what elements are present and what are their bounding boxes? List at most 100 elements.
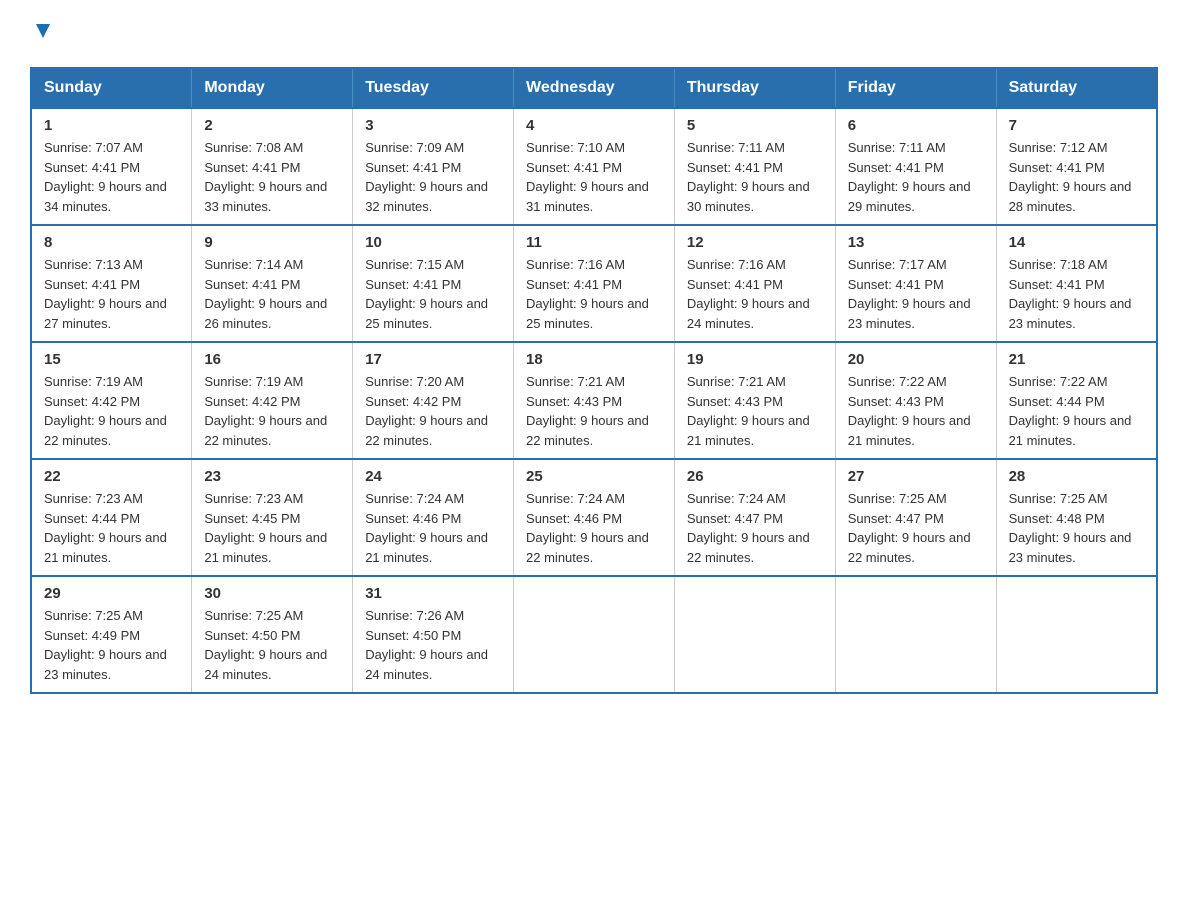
day-number: 18 bbox=[526, 351, 662, 368]
day-number: 3 bbox=[365, 117, 501, 134]
day-info: Sunrise: 7:22 AM Sunset: 4:44 PM Dayligh… bbox=[1009, 372, 1144, 450]
calendar-day-cell bbox=[674, 576, 835, 693]
day-info: Sunrise: 7:21 AM Sunset: 4:43 PM Dayligh… bbox=[687, 372, 823, 450]
calendar-day-cell: 23 Sunrise: 7:23 AM Sunset: 4:45 PM Dayl… bbox=[192, 459, 353, 576]
header-thursday: Thursday bbox=[674, 68, 835, 108]
day-info: Sunrise: 7:16 AM Sunset: 4:41 PM Dayligh… bbox=[687, 255, 823, 333]
day-info: Sunrise: 7:25 AM Sunset: 4:48 PM Dayligh… bbox=[1009, 489, 1144, 567]
day-number: 26 bbox=[687, 468, 823, 485]
calendar-day-cell: 31 Sunrise: 7:26 AM Sunset: 4:50 PM Dayl… bbox=[353, 576, 514, 693]
calendar-day-cell bbox=[996, 576, 1157, 693]
day-number: 23 bbox=[204, 468, 340, 485]
day-number: 22 bbox=[44, 468, 179, 485]
day-number: 25 bbox=[526, 468, 662, 485]
day-info: Sunrise: 7:26 AM Sunset: 4:50 PM Dayligh… bbox=[365, 606, 501, 684]
calendar-table: SundayMondayTuesdayWednesdayThursdayFrid… bbox=[30, 67, 1158, 694]
day-info: Sunrise: 7:14 AM Sunset: 4:41 PM Dayligh… bbox=[204, 255, 340, 333]
calendar-day-cell: 26 Sunrise: 7:24 AM Sunset: 4:47 PM Dayl… bbox=[674, 459, 835, 576]
day-number: 17 bbox=[365, 351, 501, 368]
day-info: Sunrise: 7:15 AM Sunset: 4:41 PM Dayligh… bbox=[365, 255, 501, 333]
day-number: 28 bbox=[1009, 468, 1144, 485]
calendar-day-cell: 19 Sunrise: 7:21 AM Sunset: 4:43 PM Dayl… bbox=[674, 342, 835, 459]
logo bbox=[30, 20, 54, 47]
day-number: 19 bbox=[687, 351, 823, 368]
calendar-day-cell: 2 Sunrise: 7:08 AM Sunset: 4:41 PM Dayli… bbox=[192, 108, 353, 225]
calendar-day-cell: 8 Sunrise: 7:13 AM Sunset: 4:41 PM Dayli… bbox=[31, 225, 192, 342]
day-info: Sunrise: 7:07 AM Sunset: 4:41 PM Dayligh… bbox=[44, 138, 179, 216]
calendar-week-row: 8 Sunrise: 7:13 AM Sunset: 4:41 PM Dayli… bbox=[31, 225, 1157, 342]
calendar-day-cell: 5 Sunrise: 7:11 AM Sunset: 4:41 PM Dayli… bbox=[674, 108, 835, 225]
calendar-week-row: 1 Sunrise: 7:07 AM Sunset: 4:41 PM Dayli… bbox=[31, 108, 1157, 225]
calendar-day-cell: 30 Sunrise: 7:25 AM Sunset: 4:50 PM Dayl… bbox=[192, 576, 353, 693]
day-number: 24 bbox=[365, 468, 501, 485]
calendar-day-cell: 13 Sunrise: 7:17 AM Sunset: 4:41 PM Dayl… bbox=[835, 225, 996, 342]
day-number: 27 bbox=[848, 468, 984, 485]
calendar-day-cell: 24 Sunrise: 7:24 AM Sunset: 4:46 PM Dayl… bbox=[353, 459, 514, 576]
calendar-header-row: SundayMondayTuesdayWednesdayThursdayFrid… bbox=[31, 68, 1157, 108]
calendar-day-cell bbox=[514, 576, 675, 693]
day-info: Sunrise: 7:25 AM Sunset: 4:49 PM Dayligh… bbox=[44, 606, 179, 684]
calendar-day-cell: 29 Sunrise: 7:25 AM Sunset: 4:49 PM Dayl… bbox=[31, 576, 192, 693]
header-monday: Monday bbox=[192, 68, 353, 108]
calendar-day-cell: 3 Sunrise: 7:09 AM Sunset: 4:41 PM Dayli… bbox=[353, 108, 514, 225]
day-info: Sunrise: 7:20 AM Sunset: 4:42 PM Dayligh… bbox=[365, 372, 501, 450]
day-number: 14 bbox=[1009, 234, 1144, 251]
day-info: Sunrise: 7:09 AM Sunset: 4:41 PM Dayligh… bbox=[365, 138, 501, 216]
day-number: 10 bbox=[365, 234, 501, 251]
calendar-week-row: 15 Sunrise: 7:19 AM Sunset: 4:42 PM Dayl… bbox=[31, 342, 1157, 459]
day-number: 12 bbox=[687, 234, 823, 251]
calendar-day-cell: 14 Sunrise: 7:18 AM Sunset: 4:41 PM Dayl… bbox=[996, 225, 1157, 342]
day-info: Sunrise: 7:11 AM Sunset: 4:41 PM Dayligh… bbox=[848, 138, 984, 216]
calendar-day-cell: 17 Sunrise: 7:20 AM Sunset: 4:42 PM Dayl… bbox=[353, 342, 514, 459]
header-saturday: Saturday bbox=[996, 68, 1157, 108]
calendar-day-cell: 20 Sunrise: 7:22 AM Sunset: 4:43 PM Dayl… bbox=[835, 342, 996, 459]
day-number: 20 bbox=[848, 351, 984, 368]
calendar-day-cell: 16 Sunrise: 7:19 AM Sunset: 4:42 PM Dayl… bbox=[192, 342, 353, 459]
day-number: 31 bbox=[365, 585, 501, 602]
day-info: Sunrise: 7:19 AM Sunset: 4:42 PM Dayligh… bbox=[204, 372, 340, 450]
day-info: Sunrise: 7:10 AM Sunset: 4:41 PM Dayligh… bbox=[526, 138, 662, 216]
calendar-day-cell: 21 Sunrise: 7:22 AM Sunset: 4:44 PM Dayl… bbox=[996, 342, 1157, 459]
day-number: 21 bbox=[1009, 351, 1144, 368]
calendar-day-cell: 6 Sunrise: 7:11 AM Sunset: 4:41 PM Dayli… bbox=[835, 108, 996, 225]
day-info: Sunrise: 7:23 AM Sunset: 4:45 PM Dayligh… bbox=[204, 489, 340, 567]
day-number: 15 bbox=[44, 351, 179, 368]
calendar-day-cell: 4 Sunrise: 7:10 AM Sunset: 4:41 PM Dayli… bbox=[514, 108, 675, 225]
day-number: 9 bbox=[204, 234, 340, 251]
day-info: Sunrise: 7:08 AM Sunset: 4:41 PM Dayligh… bbox=[204, 138, 340, 216]
calendar-week-row: 22 Sunrise: 7:23 AM Sunset: 4:44 PM Dayl… bbox=[31, 459, 1157, 576]
calendar-day-cell: 1 Sunrise: 7:07 AM Sunset: 4:41 PM Dayli… bbox=[31, 108, 192, 225]
day-info: Sunrise: 7:12 AM Sunset: 4:41 PM Dayligh… bbox=[1009, 138, 1144, 216]
day-number: 29 bbox=[44, 585, 179, 602]
day-number: 6 bbox=[848, 117, 984, 134]
day-info: Sunrise: 7:24 AM Sunset: 4:47 PM Dayligh… bbox=[687, 489, 823, 567]
day-info: Sunrise: 7:21 AM Sunset: 4:43 PM Dayligh… bbox=[526, 372, 662, 450]
calendar-day-cell: 15 Sunrise: 7:19 AM Sunset: 4:42 PM Dayl… bbox=[31, 342, 192, 459]
day-info: Sunrise: 7:16 AM Sunset: 4:41 PM Dayligh… bbox=[526, 255, 662, 333]
day-info: Sunrise: 7:11 AM Sunset: 4:41 PM Dayligh… bbox=[687, 138, 823, 216]
header-friday: Friday bbox=[835, 68, 996, 108]
day-info: Sunrise: 7:13 AM Sunset: 4:41 PM Dayligh… bbox=[44, 255, 179, 333]
calendar-day-cell: 28 Sunrise: 7:25 AM Sunset: 4:48 PM Dayl… bbox=[996, 459, 1157, 576]
calendar-day-cell: 7 Sunrise: 7:12 AM Sunset: 4:41 PM Dayli… bbox=[996, 108, 1157, 225]
calendar-day-cell: 11 Sunrise: 7:16 AM Sunset: 4:41 PM Dayl… bbox=[514, 225, 675, 342]
day-info: Sunrise: 7:24 AM Sunset: 4:46 PM Dayligh… bbox=[526, 489, 662, 567]
header-sunday: Sunday bbox=[31, 68, 192, 108]
day-info: Sunrise: 7:18 AM Sunset: 4:41 PM Dayligh… bbox=[1009, 255, 1144, 333]
day-info: Sunrise: 7:17 AM Sunset: 4:41 PM Dayligh… bbox=[848, 255, 984, 333]
calendar-day-cell: 27 Sunrise: 7:25 AM Sunset: 4:47 PM Dayl… bbox=[835, 459, 996, 576]
page-header bbox=[30, 20, 1158, 47]
day-info: Sunrise: 7:23 AM Sunset: 4:44 PM Dayligh… bbox=[44, 489, 179, 567]
day-info: Sunrise: 7:19 AM Sunset: 4:42 PM Dayligh… bbox=[44, 372, 179, 450]
day-number: 4 bbox=[526, 117, 662, 134]
calendar-day-cell: 22 Sunrise: 7:23 AM Sunset: 4:44 PM Dayl… bbox=[31, 459, 192, 576]
calendar-week-row: 29 Sunrise: 7:25 AM Sunset: 4:49 PM Dayl… bbox=[31, 576, 1157, 693]
calendar-day-cell: 25 Sunrise: 7:24 AM Sunset: 4:46 PM Dayl… bbox=[514, 459, 675, 576]
day-number: 7 bbox=[1009, 117, 1144, 134]
header-wednesday: Wednesday bbox=[514, 68, 675, 108]
day-number: 16 bbox=[204, 351, 340, 368]
calendar-day-cell: 10 Sunrise: 7:15 AM Sunset: 4:41 PM Dayl… bbox=[353, 225, 514, 342]
logo-triangle-icon bbox=[32, 20, 54, 42]
day-info: Sunrise: 7:22 AM Sunset: 4:43 PM Dayligh… bbox=[848, 372, 984, 450]
header-tuesday: Tuesday bbox=[353, 68, 514, 108]
